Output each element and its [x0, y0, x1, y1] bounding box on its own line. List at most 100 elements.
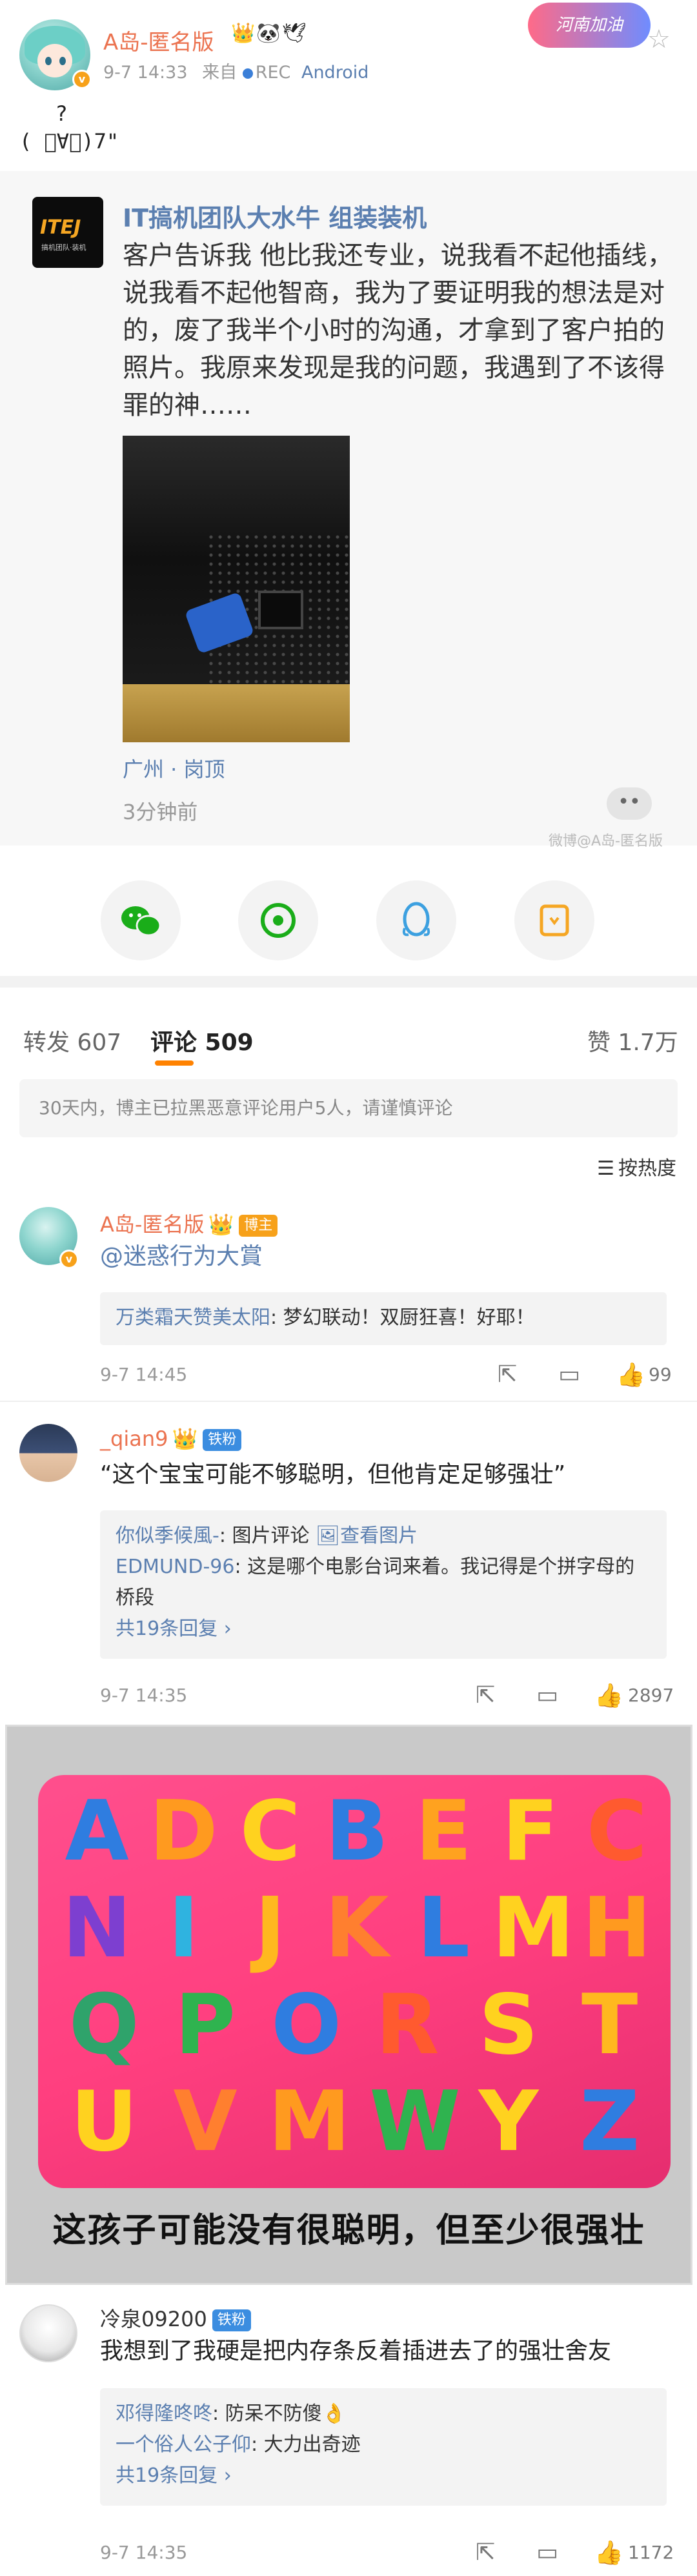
foam-letter: Q — [68, 1977, 139, 2073]
commenter-name[interactable]: _qian9 👑 铁粉 — [100, 1426, 242, 1451]
repost-photo[interactable] — [123, 436, 350, 742]
foam-letter: E — [415, 1783, 472, 1880]
post-device: Android — [301, 63, 369, 83]
foam-letter: F — [501, 1783, 559, 1880]
reply-line: EDMUND-96: 这是哪个电影台词来着。我记得是个拼字母的桥段 — [116, 1552, 651, 1614]
sort-by-hot-button[interactable]: ☰ 按热度 — [597, 1152, 676, 1181]
moderation-notice: 30天内，博主已拉黑恶意评论用户5人，请谨慎评论 — [19, 1079, 678, 1137]
thumbs-up-icon[interactable]: 👍 — [594, 1682, 623, 1709]
comment-image[interactable]: ADCBEFCNIJKLMHQPORSTUVMWYZ 这孩子可能没有很聪明，但至… — [5, 1725, 692, 2285]
post-text-line2: ( ﾟ∀。)7" — [19, 129, 119, 154]
source-dot-icon — [242, 68, 253, 79]
qq-icon — [376, 880, 456, 960]
commenter-name[interactable]: 冷泉09200 铁粉 — [100, 2303, 251, 2333]
share-wechat-button[interactable] — [101, 880, 181, 960]
image-icon: 🖼 — [316, 1525, 341, 1547]
commenter-avatar[interactable] — [19, 1424, 77, 1482]
fan-badge: 铁粉 — [212, 2309, 251, 2331]
foam-letter: D — [149, 1783, 218, 1880]
foam-letter: U — [70, 2074, 138, 2170]
reply-author[interactable]: EDMUND-96 — [116, 1556, 234, 1578]
foam-letter: O — [271, 1977, 342, 2073]
like-count: 1172 — [628, 2542, 674, 2563]
share-icon[interactable]: ⇱ — [498, 1361, 517, 1388]
foam-letter: P — [175, 1977, 236, 2073]
tab-bar: 转发 607 评论 509 赞 1.7万 — [0, 988, 697, 1084]
author-emoji-badges: 👑🐼🕊 — [231, 22, 308, 45]
foam-letter: Y — [478, 2074, 539, 2170]
foam-letter: N — [62, 1880, 132, 1976]
save-image-button[interactable] — [514, 880, 594, 960]
reply-author[interactable]: 你似季候風- — [116, 1525, 219, 1547]
tab-likes[interactable]: 赞 1.7万 — [587, 1024, 678, 1057]
foam-letter: Z — [580, 2074, 640, 2170]
share-qq-button[interactable] — [376, 880, 456, 960]
logo-mark: ITEJ — [40, 216, 81, 239]
like-count: 99 — [649, 1364, 672, 1385]
foam-letter: M — [268, 2074, 351, 2170]
share-icon[interactable]: ⇱ — [476, 1682, 495, 1709]
commenter-name-text: A岛-匿名版 — [100, 1212, 205, 1237]
comment-footer: 9-7 14:35 ⇱ ▭ 👍 2897 — [100, 1682, 674, 1710]
reply-text: : 梦幻联动！双厨狂喜！好耶！ — [270, 1306, 535, 1329]
post-time: 9-7 14:33 — [103, 63, 188, 83]
thumbs-up-icon[interactable]: 👍 — [594, 2539, 623, 2566]
comment-time: 9-7 14:35 — [100, 2542, 188, 2563]
comment-icon[interactable]: ▭ — [536, 2539, 558, 2566]
verified-badge: v — [72, 70, 92, 89]
more-options-button[interactable]: •• — [607, 787, 652, 820]
comment-item: _qian9 👑 铁粉 “这个宝宝可能不够聪明，但他肯定足够强壮” 你似季候風-: … — [0, 1420, 697, 1723]
foam-letter: W — [369, 2074, 461, 2170]
repost-author-logo[interactable]: ITEJ 搞机团队·装机 — [32, 197, 103, 268]
comment-item: v A岛-匿名版 👑 博主 @迷惑行为大賞 万类霜天赞美太阳: 梦幻联动！双厨狂喜！… — [0, 1201, 697, 1394]
reply-text: : 图片评论 — [219, 1525, 316, 1547]
comment-icon[interactable]: ▭ — [558, 1361, 580, 1388]
tab-repost[interactable]: 转发 607 — [23, 1024, 121, 1057]
divider — [0, 1401, 697, 1402]
view-image-link[interactable]: 查看图片 — [340, 1525, 418, 1547]
star-icon[interactable]: ☆ — [647, 25, 671, 54]
foam-letter: T — [581, 1977, 638, 2073]
sort-label: 按热度 — [618, 1157, 676, 1180]
reply-box[interactable]: 你似季候風-: 图片评论 🖼查看图片 EDMUND-96: 这是哪个电影台词来着… — [100, 1510, 667, 1659]
foam-letter: H — [582, 1880, 652, 1976]
commenter-name[interactable]: A岛-匿名版 👑 博主 — [100, 1208, 278, 1238]
repost-time: 3分钟前 — [123, 800, 198, 824]
reply-line: 一个俗人公子仰: 大力出奇迹 — [116, 2429, 651, 2460]
reposted-card[interactable]: ITEJ 搞机团队·装机 IT搞机团队大水牛 组装装机 客户告诉我 他比我还专业… — [0, 171, 697, 849]
foam-letter: A — [65, 1783, 129, 1880]
commenter-name-text: 冷泉09200 — [100, 2307, 207, 2331]
foam-letter: C — [586, 1783, 647, 1880]
reply-box[interactable]: 万类霜天赞美太阳: 梦幻联动！双厨狂喜！好耶！ — [100, 1292, 667, 1345]
author-name[interactable]: A岛-匿名版 — [103, 25, 214, 56]
reply-line: 你似季候風-: 图片评论 🖼查看图片 — [116, 1521, 651, 1552]
foam-letter: L — [417, 1880, 470, 1976]
mention-link[interactable]: @迷惑行为大賞 — [100, 1243, 263, 1270]
comment-text: 我想到了我硬是把内存条反着插进去了的强壮舍友 — [100, 2338, 612, 2364]
repost-location[interactable]: 广州 · 岗顶 — [123, 753, 225, 783]
reply-author[interactable]: 一个俗人公子仰 — [116, 2433, 251, 2456]
comment-icon[interactable]: ▭ — [536, 1682, 558, 1709]
share-icon[interactable]: ⇱ — [476, 2539, 495, 2566]
comment-text: @迷惑行为大賞 — [100, 1241, 668, 1273]
reply-text: : 大力出奇迹 — [251, 2433, 361, 2456]
more-replies-link[interactable]: 共19条回复 › — [116, 2460, 651, 2491]
reply-author[interactable]: 邓得隆咚咚 — [116, 2402, 212, 2425]
comment-text: “这个宝宝可能不够聪明，但他肯定足够强壮” — [100, 1461, 566, 1488]
thumbs-up-icon[interactable]: 👍 — [616, 1361, 645, 1388]
decoration-badge: 河南加油 — [528, 3, 651, 48]
comment-time: 9-7 14:35 — [100, 1685, 188, 1706]
foam-letter: I — [168, 1880, 199, 1976]
repost-text: 客户告诉我 他比我还专业，说我看不起他插线，说我看不起他智商，我为了要证明我的想… — [123, 241, 673, 420]
commenter-avatar[interactable] — [19, 2304, 77, 2362]
reply-author[interactable]: 万类霜天赞美太阳 — [116, 1306, 270, 1329]
reply-line: 邓得隆咚咚: 防呆不防傻👌 — [116, 2399, 651, 2429]
source-prefix: 来自 — [202, 63, 237, 83]
reply-box[interactable]: 邓得隆咚咚: 防呆不防傻👌 一个俗人公子仰: 大力出奇迹 共19条回复 › — [100, 2388, 667, 2506]
post-meta: 9-7 14:33 来自 REC Android — [103, 58, 369, 83]
foam-letter: C — [239, 1783, 301, 1880]
tab-comments[interactable]: 评论 509 — [150, 1024, 254, 1057]
more-replies-link[interactable]: 共19条回复 › — [116, 1614, 651, 1645]
share-moments-button[interactable] — [238, 880, 318, 960]
repost-author-name[interactable]: IT搞机团队大水牛 组装装机 — [123, 198, 427, 234]
